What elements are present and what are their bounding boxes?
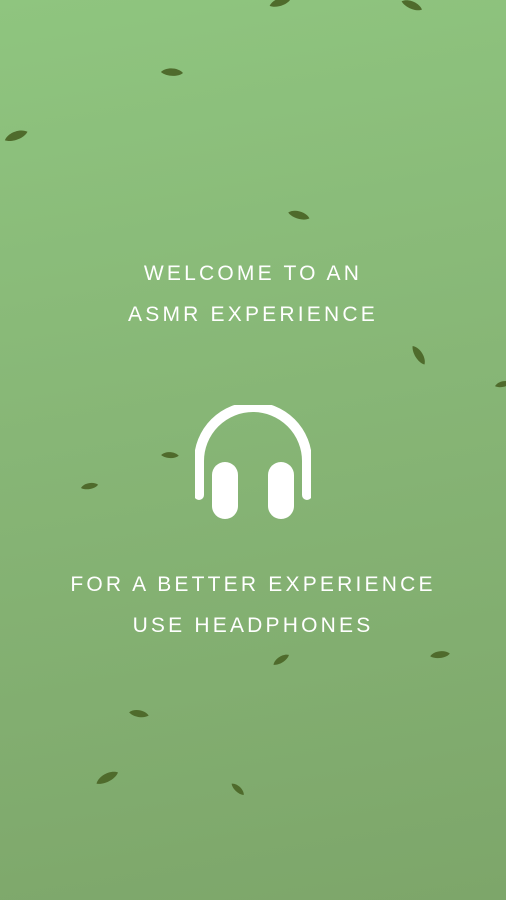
headphones-icon [195, 405, 311, 521]
leaf-icon [160, 66, 185, 78]
leaf-icon [229, 780, 247, 798]
leaf-icon [493, 378, 506, 389]
headphones-advice: FOR A BETTER EXPERIENCE USE HEADPHONES [0, 564, 506, 646]
leaf-icon [409, 342, 430, 368]
leaf-icon [80, 481, 100, 492]
leaf-icon [160, 450, 181, 460]
welcome-line-2: ASMR EXPERIENCE [128, 303, 378, 326]
advice-line-2: USE HEADPHONES [132, 614, 374, 637]
leaf-icon [429, 649, 452, 660]
welcome-heading: WELCOME TO AN ASMR EXPERIENCE [0, 253, 506, 335]
leaf-icon [399, 0, 425, 15]
splash-screen: WELCOME TO AN ASMR EXPERIENCE FOR A BETT… [0, 0, 506, 900]
leaf-icon [270, 651, 292, 669]
leaf-icon [267, 0, 293, 10]
welcome-line-1: WELCOME TO AN [143, 262, 363, 285]
leaf-icon [91, 766, 123, 789]
leaf-icon [1, 126, 31, 145]
leaf-icon [125, 706, 152, 720]
leaf-icon [286, 207, 312, 224]
advice-line-1: FOR A BETTER EXPERIENCE [70, 573, 436, 596]
